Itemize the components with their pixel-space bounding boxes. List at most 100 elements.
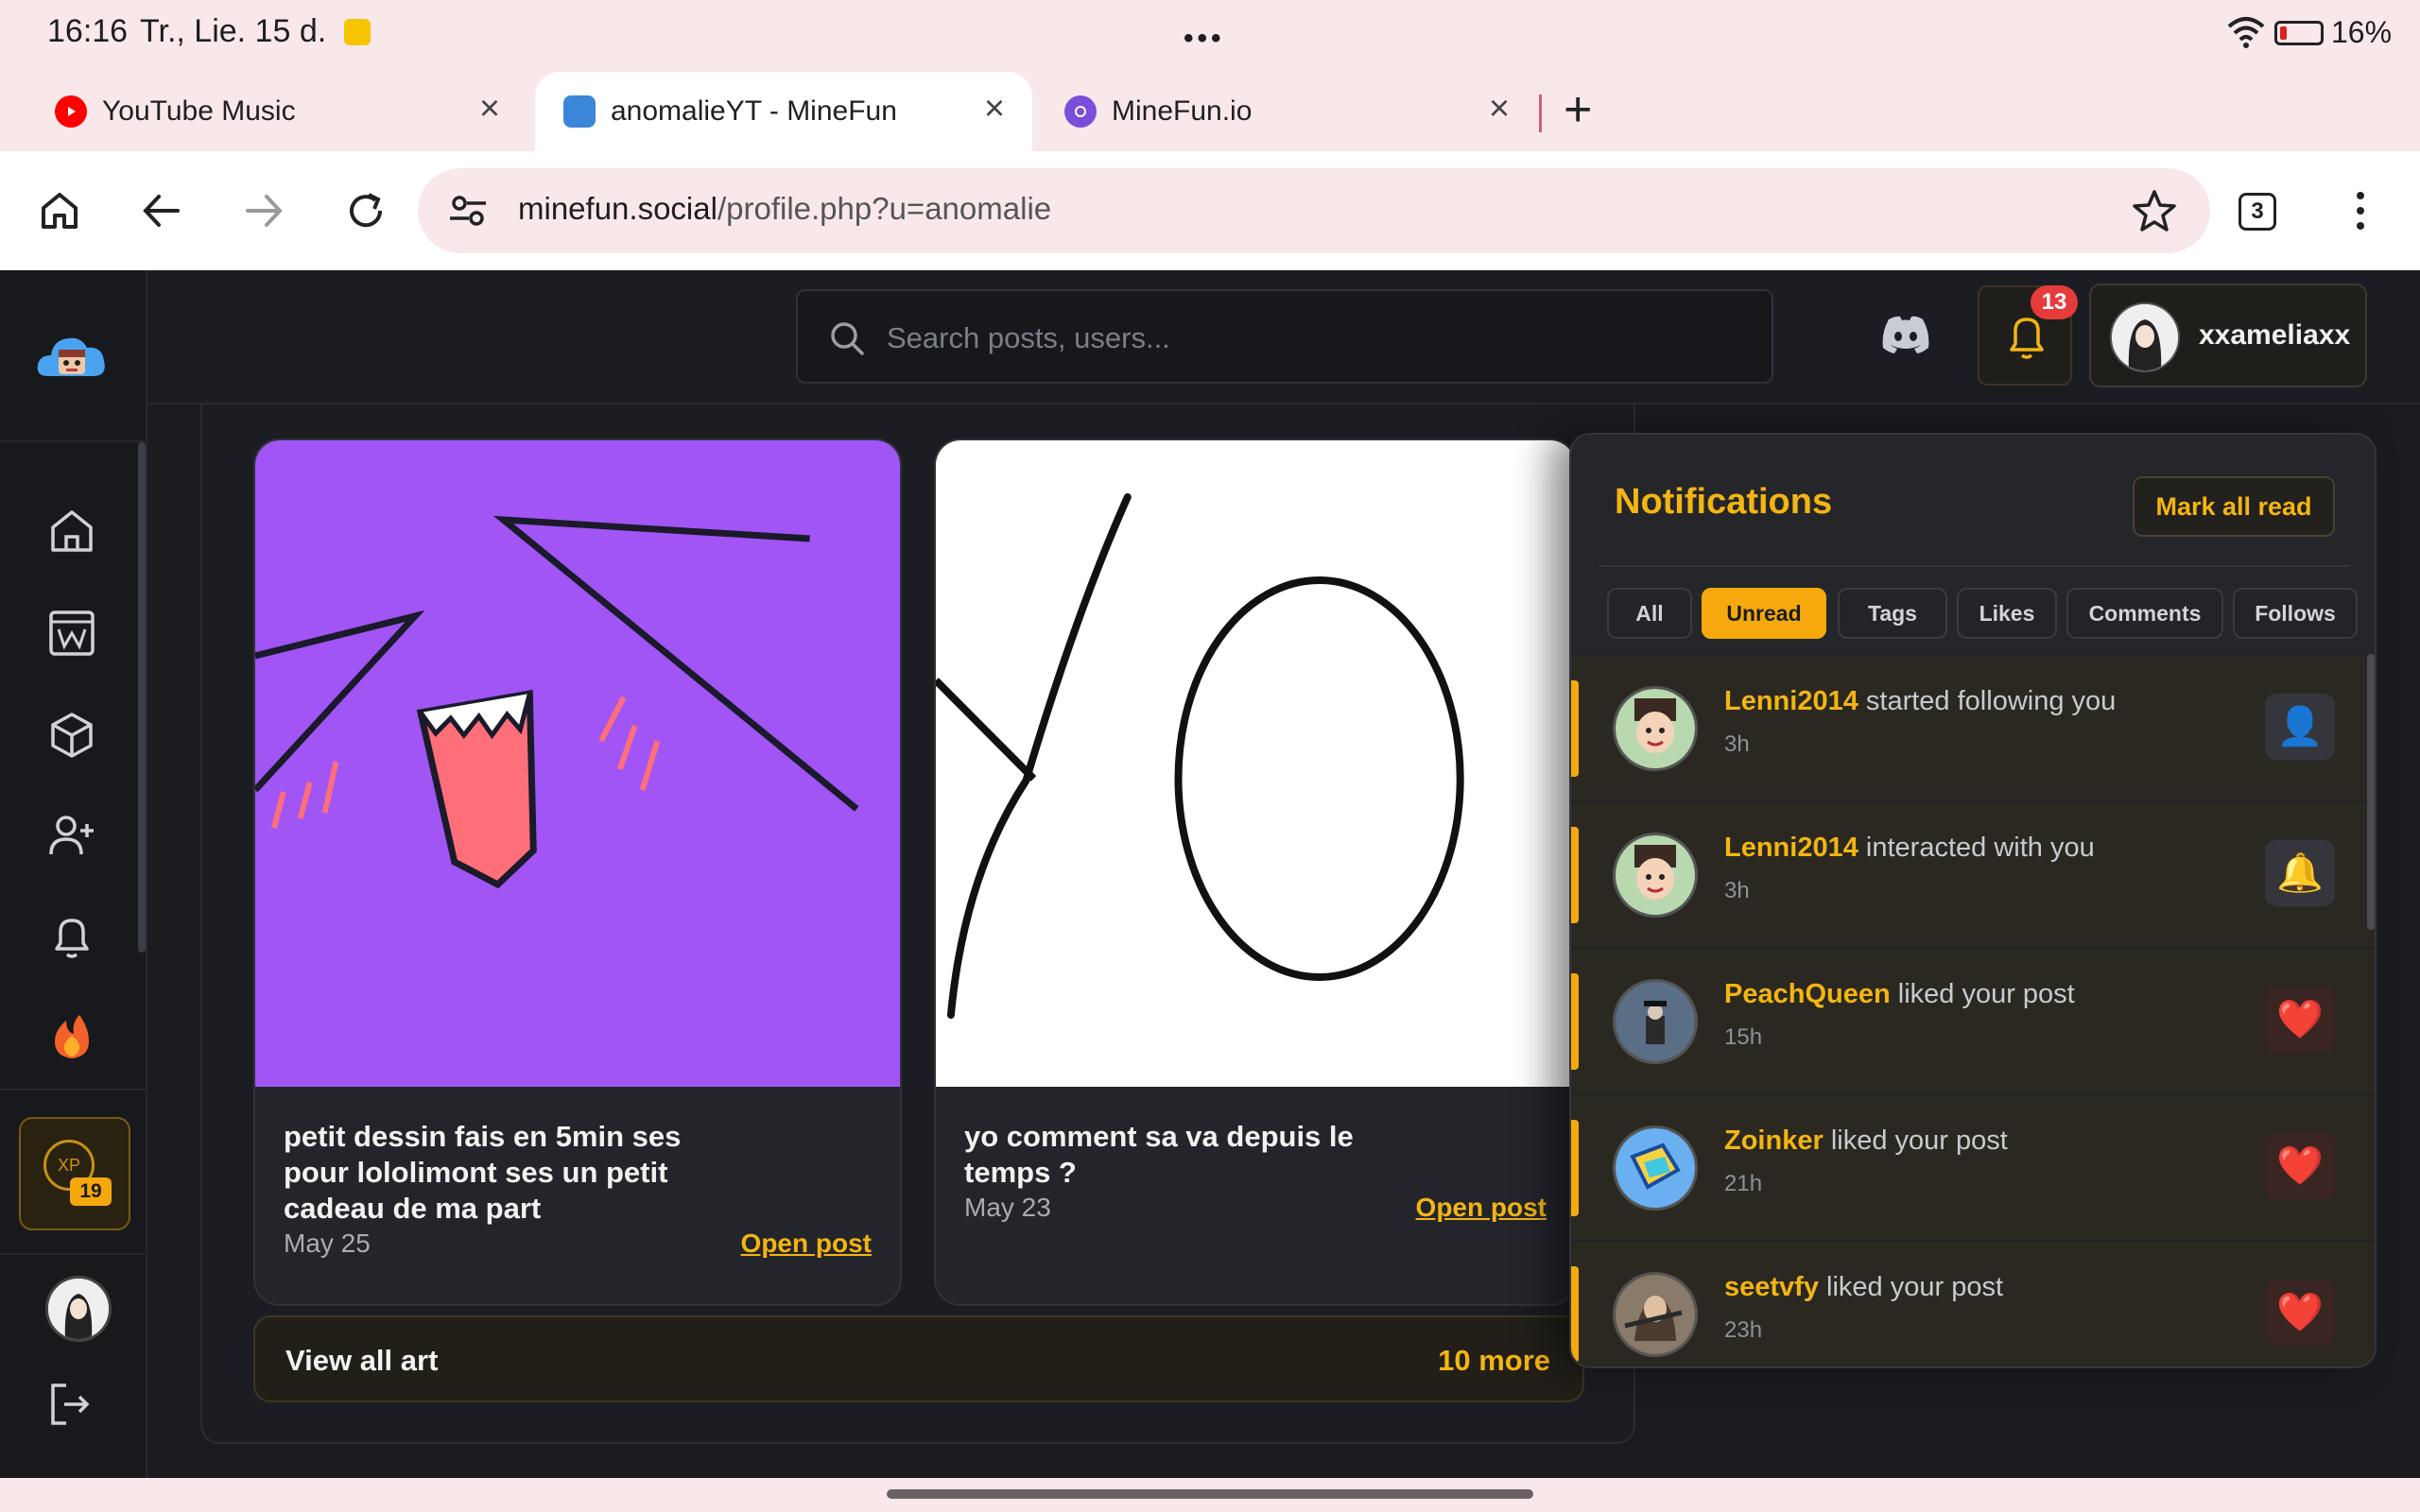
back-arrow-icon[interactable] — [138, 187, 185, 234]
app-header: Search posts, users... 13 xxameliaxx — [147, 270, 2420, 404]
tab-youtube-music[interactable]: YouTube Music × — [26, 72, 527, 151]
art-post-card[interactable]: yo comment sa va depuis le temps ? May 2… — [934, 438, 1577, 1306]
new-tab-icon[interactable]: + — [1564, 81, 1592, 138]
xp-level-badge[interactable]: XP 19 — [19, 1117, 130, 1230]
notification-item[interactable]: Zoinker liked your post 21h ❤️ — [1571, 1093, 2375, 1239]
user-avatar — [2110, 302, 2180, 372]
notification-item[interactable]: Lenni2014 started following you 3h 👤 — [1571, 654, 2375, 799]
notifications-scrollbar[interactable] — [2367, 654, 2375, 930]
notifications-dropdown: Notifications Mark all read All Unread T… — [1569, 433, 2377, 1368]
discord-icon[interactable] — [1879, 314, 1932, 355]
notification-avatar — [1613, 686, 1698, 771]
notification-avatar — [1613, 1272, 1698, 1357]
post-date: May 23 — [964, 1193, 1051, 1222]
view-all-label: View all art — [285, 1344, 439, 1377]
post-title: petit dessin fais en 5min ses pour lolol… — [284, 1120, 682, 1225]
close-tab-icon[interactable]: × — [1482, 91, 1516, 127]
filter-unread[interactable]: Unread — [1702, 588, 1826, 639]
tab-minefun-profile[interactable]: anomalieYT - MineFun × — [535, 72, 1032, 151]
url-text[interactable]: minefun.social/profile.php?u=anomalie — [518, 191, 1051, 227]
art-post-card[interactable]: petit dessin fais en 5min ses pour lolol… — [253, 438, 902, 1306]
heart-icon: ❤️ — [2265, 987, 2335, 1053]
battery-icon — [2274, 21, 2324, 45]
unread-indicator — [1571, 680, 1579, 777]
address-bar[interactable]: minefun.social/profile.php?u=anomalie — [418, 168, 2210, 253]
filter-tags[interactable]: Tags — [1838, 588, 1947, 639]
post-artwork-image — [255, 440, 900, 1087]
level-number: 19 — [70, 1177, 112, 1206]
tab-title: anomalieYT - MineFun — [611, 95, 897, 127]
post-artwork-image — [936, 440, 1575, 1087]
notification-item[interactable]: seetvfy liked your post 23h ❤️ — [1571, 1240, 2375, 1366]
mark-all-read-button[interactable]: Mark all read — [2133, 476, 2335, 537]
notification-avatar — [1613, 979, 1698, 1064]
filter-all[interactable]: All — [1607, 588, 1692, 639]
browser-tab-strip: YouTube Music × anomalieYT - MineFun × M… — [0, 66, 2420, 151]
sidebar-scrollbar[interactable] — [138, 442, 146, 953]
notification-text: Lenni2014 interacted with you — [1724, 833, 2095, 863]
filter-comments[interactable]: Comments — [2066, 588, 2223, 639]
search-icon — [831, 322, 864, 355]
sidebar-divider — [0, 1253, 147, 1255]
divider — [1599, 565, 2350, 567]
notification-count-badge: 13 — [2031, 285, 2078, 319]
minefun-logo-icon[interactable] — [34, 323, 110, 389]
notification-avatar — [1613, 833, 1698, 918]
open-post-link[interactable]: Open post — [1416, 1193, 1547, 1223]
notification-time: 3h — [1724, 878, 1750, 903]
more-count: 10 more — [1438, 1344, 1550, 1377]
open-post-link[interactable]: Open post — [741, 1228, 872, 1259]
sidebar-divider — [0, 1089, 147, 1091]
date: Tr., Lie. 15 d. — [140, 13, 327, 49]
follow-icon: 👤 — [2265, 694, 2335, 760]
close-tab-icon[interactable]: × — [977, 91, 1011, 127]
unread-indicator — [1571, 1120, 1579, 1216]
browser-menu-icon[interactable] — [2346, 189, 2375, 232]
home-icon[interactable] — [36, 187, 83, 234]
home-icon[interactable] — [43, 503, 100, 559]
notifications-button[interactable]: 13 — [1978, 285, 2078, 386]
sidebar-avatar[interactable] — [45, 1276, 112, 1342]
wiki-icon[interactable] — [43, 605, 100, 662]
bell-icon — [2010, 318, 2044, 359]
site-settings-icon[interactable] — [448, 191, 488, 231]
filter-likes[interactable]: Likes — [1957, 588, 2057, 639]
clock: 16:16 — [47, 13, 129, 49]
tab-switcher-button[interactable]: 3 — [2238, 193, 2276, 231]
user-menu-button[interactable]: xxameliaxx — [2089, 284, 2367, 387]
battery-percent: 16% — [2331, 15, 2393, 49]
minefun-app: XP 19 Search posts, users... 13 xxamelia… — [0, 270, 2420, 1478]
notification-text: Lenni2014 started following you — [1724, 686, 2117, 716]
heart-icon: ❤️ — [2265, 1133, 2335, 1199]
notification-time: 15h — [1724, 1024, 1763, 1050]
notification-item[interactable]: Lenni2014 interacted with you 3h 🔔 — [1571, 800, 2375, 946]
close-tab-icon[interactable]: × — [473, 91, 507, 127]
search-bar[interactable]: Search posts, users... — [796, 289, 1773, 384]
more-dots-icon[interactable]: ••• — [1184, 23, 1225, 55]
add-friend-icon[interactable] — [43, 807, 100, 864]
notifications-bell-icon[interactable] — [43, 909, 100, 966]
tab-title: MineFun.io — [1112, 95, 1253, 127]
home-gesture-handle[interactable] — [887, 1489, 1533, 1499]
minefun-io-favicon-icon — [1064, 95, 1097, 128]
username: xxameliaxx — [2199, 319, 2351, 351]
notification-text: PeachQueen liked your post — [1724, 979, 2075, 1009]
notification-avatar — [1613, 1125, 1698, 1211]
notification-indicator-icon — [344, 19, 371, 45]
search-input[interactable]: Search posts, users... — [887, 321, 1170, 355]
cube-icon[interactable] — [43, 707, 100, 764]
tab-minefun-io[interactable]: MineFun.io × — [1036, 72, 1537, 151]
logout-icon[interactable] — [42, 1376, 98, 1433]
forward-arrow-icon[interactable] — [240, 187, 287, 234]
bookmark-star-icon[interactable] — [2131, 187, 2178, 234]
minefun-favicon-icon — [563, 95, 596, 128]
unread-indicator — [1571, 827, 1579, 923]
view-all-art-button[interactable]: View all art 10 more — [253, 1315, 1584, 1402]
trending-fire-icon[interactable] — [43, 1007, 100, 1064]
browser-toolbar: minefun.social/profile.php?u=anomalie 3 — [0, 151, 2420, 270]
reload-icon[interactable] — [342, 187, 389, 234]
heart-icon: ❤️ — [2265, 1280, 2335, 1346]
filter-follows[interactable]: Follows — [2233, 588, 2358, 639]
notification-item[interactable]: PeachQueen liked your post 15h ❤️ — [1571, 947, 2375, 1092]
post-title: yo comment sa va depuis le temps ? — [964, 1120, 1354, 1189]
